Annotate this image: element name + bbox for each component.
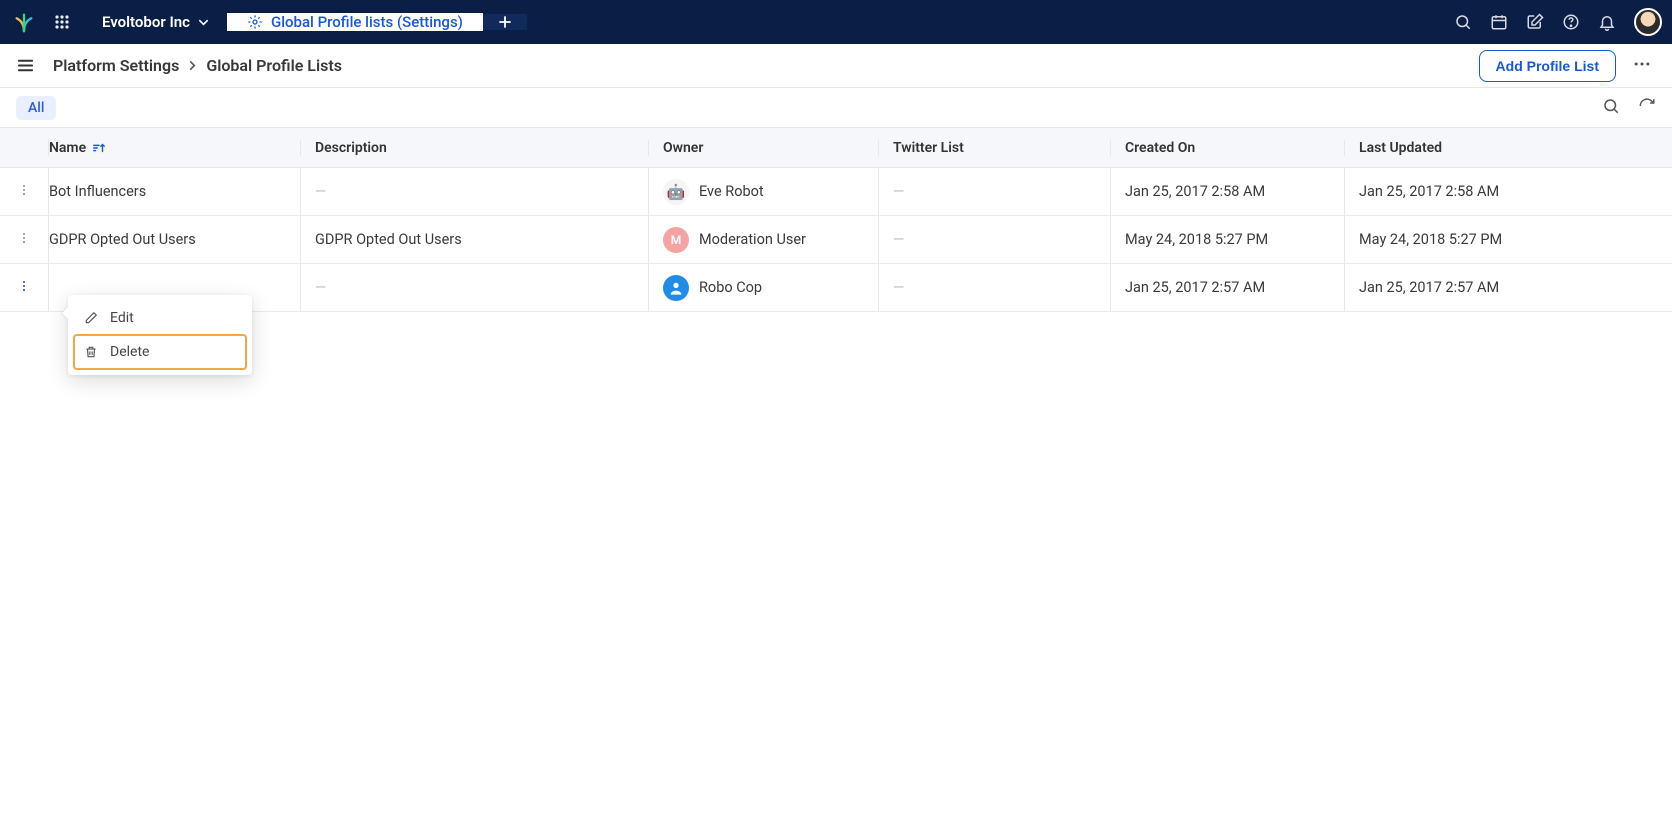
- table-header: Name Description Owner Twitter List Crea…: [0, 128, 1672, 168]
- breadcrumb: Platform Settings Global Profile Lists: [53, 56, 342, 75]
- chevron-right-icon: [187, 60, 198, 71]
- col-header-owner[interactable]: Owner: [648, 140, 878, 156]
- col-header-name[interactable]: Name: [48, 140, 300, 156]
- menu-item-edit[interactable]: Edit: [74, 301, 246, 335]
- breadcrumb-root[interactable]: Platform Settings: [53, 56, 179, 75]
- col-header-twitter[interactable]: Twitter List: [878, 140, 1110, 156]
- owner-name: Moderation User: [699, 231, 806, 248]
- col-header-description[interactable]: Description: [300, 140, 648, 156]
- tab-global-profile-lists[interactable]: Global Profile lists (Settings): [227, 13, 483, 31]
- sort-icon: [92, 141, 106, 155]
- menu-item-label: Edit: [110, 310, 134, 326]
- table-row[interactable]: Bot Influencers—Eve Robot—Jan 25, 2017 2…: [0, 168, 1672, 216]
- calendar-icon[interactable]: [1490, 13, 1508, 31]
- cell-description: GDPR Opted Out Users: [300, 216, 648, 263]
- user-avatar[interactable]: [1634, 8, 1662, 36]
- cell-twitter: —: [878, 216, 1110, 263]
- col-header-created[interactable]: Created On: [1110, 140, 1344, 156]
- topbar: Evoltobor Inc Global Profile lists (Sett…: [0, 0, 1672, 44]
- cell-twitter: —: [878, 264, 1110, 311]
- cell-created: Jan 25, 2017 2:57 AM: [1110, 264, 1344, 311]
- cell-updated: Jan 25, 2017 2:58 AM: [1344, 168, 1672, 215]
- col-header-updated[interactable]: Last Updated: [1344, 140, 1672, 156]
- hamburger-icon[interactable]: [16, 56, 35, 75]
- refresh-icon[interactable]: [1638, 97, 1656, 119]
- cell-created: May 24, 2018 5:27 PM: [1110, 216, 1344, 263]
- row-kebab-icon[interactable]: [17, 231, 31, 249]
- workspace-selector[interactable]: Evoltobor Inc: [84, 13, 227, 31]
- gear-icon: [247, 14, 263, 30]
- filter-chip-all[interactable]: All: [16, 96, 56, 120]
- workspace-label: Evoltobor Inc: [102, 13, 190, 31]
- cell-description: —: [300, 264, 648, 311]
- subheader: Platform Settings Global Profile Lists A…: [0, 44, 1672, 88]
- menu-item-label: Delete: [110, 344, 149, 360]
- owner-avatar: [663, 179, 689, 205]
- breadcrumb-current: Global Profile Lists: [206, 56, 342, 75]
- tab-label: Global Profile lists (Settings): [271, 13, 463, 31]
- pencil-icon: [84, 311, 98, 325]
- owner-name: Eve Robot: [699, 183, 764, 200]
- table-row[interactable]: GDPR Opted Out UsersGDPR Opted Out Users…: [0, 216, 1672, 264]
- cell-name: GDPR Opted Out Users: [48, 216, 300, 263]
- row-kebab-icon[interactable]: [17, 279, 31, 297]
- owner-avatar: [663, 275, 689, 301]
- search-icon[interactable]: [1602, 97, 1620, 119]
- cell-description: —: [300, 168, 648, 215]
- menu-item-delete[interactable]: Delete: [74, 335, 246, 369]
- cell-created: Jan 25, 2017 2:58 AM: [1110, 168, 1344, 215]
- chevron-down-icon: [198, 17, 209, 28]
- cell-updated: May 24, 2018 5:27 PM: [1344, 216, 1672, 263]
- cell-owner: Robo Cop: [648, 264, 878, 311]
- owner-avatar: M: [663, 227, 689, 253]
- filterbar: All: [0, 88, 1672, 128]
- row-kebab-icon[interactable]: [17, 183, 31, 201]
- cell-updated: Jan 25, 2017 2:57 AM: [1344, 264, 1672, 311]
- apps-grid-icon[interactable]: [40, 14, 84, 30]
- cell-twitter: —: [878, 168, 1110, 215]
- bell-icon[interactable]: [1598, 13, 1616, 31]
- row-context-menu: Edit Delete: [68, 295, 252, 375]
- cell-owner: Eve Robot: [648, 168, 878, 215]
- app-logo: [0, 11, 40, 33]
- help-icon[interactable]: [1562, 13, 1580, 31]
- cell-name: Bot Influencers: [48, 168, 300, 215]
- compose-icon[interactable]: [1526, 13, 1544, 31]
- owner-name: Robo Cop: [699, 279, 762, 296]
- new-tab-button[interactable]: [483, 14, 527, 30]
- more-icon[interactable]: [1628, 54, 1656, 78]
- add-profile-list-button[interactable]: Add Profile List: [1479, 50, 1616, 82]
- search-icon[interactable]: [1454, 13, 1472, 31]
- trash-icon: [84, 345, 98, 359]
- cell-owner: M Moderation User: [648, 216, 878, 263]
